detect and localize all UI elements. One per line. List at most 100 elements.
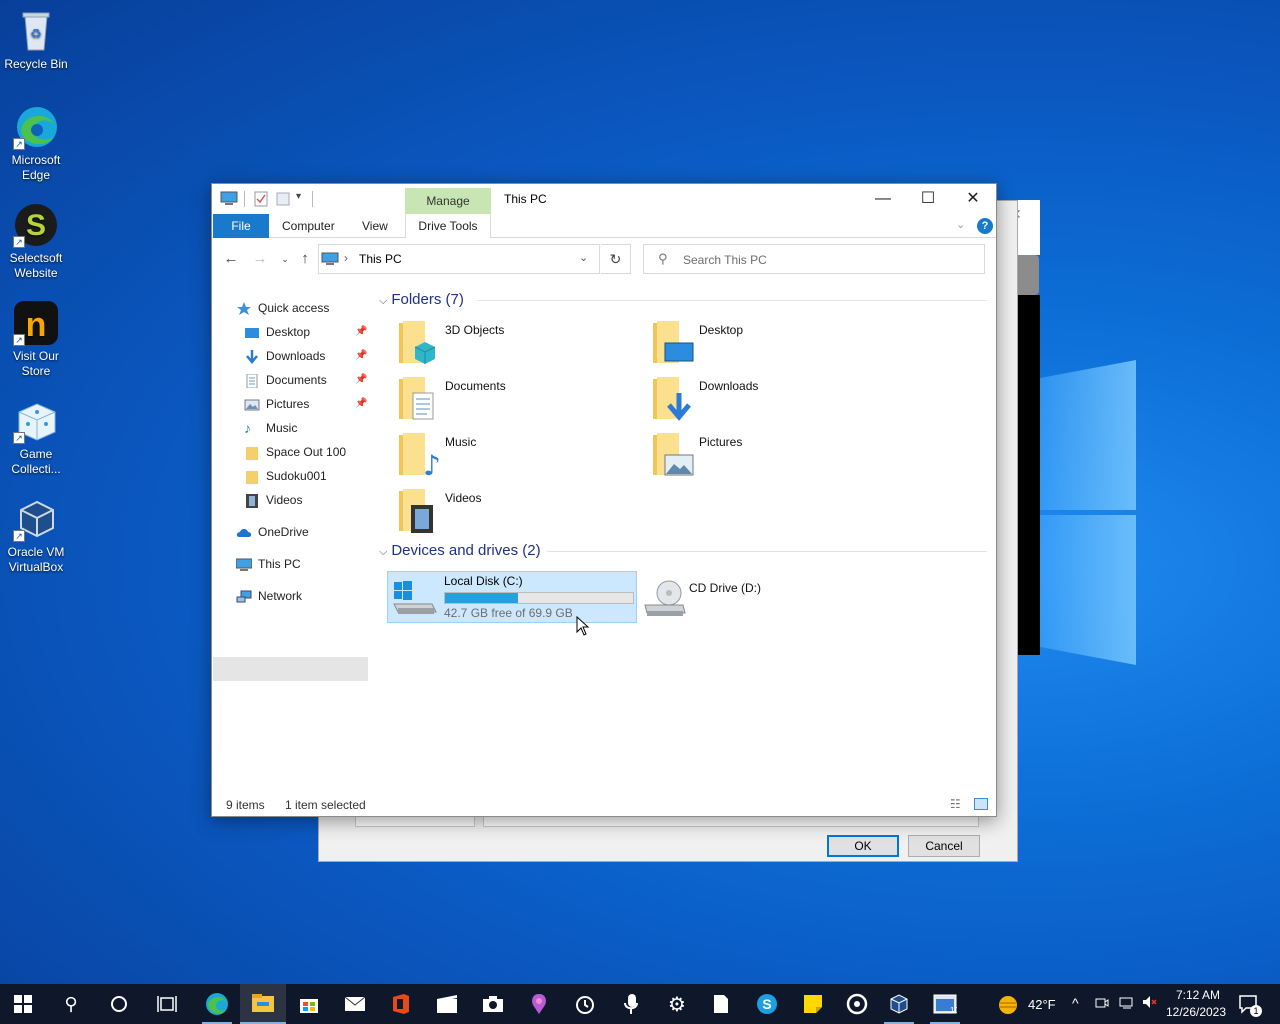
devices-group-header[interactable]: ⌵ Devices and drives (2) [379, 540, 541, 562]
download-arrow-icon [244, 349, 260, 364]
store-taskbar-icon[interactable] [286, 984, 332, 1024]
3d-objects-folder-icon [397, 319, 441, 367]
forward-icon[interactable]: → [250, 249, 270, 269]
folder-documents[interactable]: Documents [397, 375, 637, 425]
office-icon[interactable] [378, 984, 424, 1024]
groove-music-icon[interactable] [834, 984, 880, 1024]
tab-manage[interactable]: Manage [405, 188, 491, 214]
desktop-icon-selectsoft[interactable]: S ↗ Selectsoft Website [4, 202, 68, 281]
downloads-folder-icon [651, 375, 695, 423]
weather-temperature[interactable]: 42°F [1028, 997, 1056, 1012]
ribbon-tabs: File Computer View Drive Tools ⌄ ? [212, 214, 996, 238]
ok-button[interactable]: OK [827, 835, 899, 857]
collapse-chevron-icon: ⌵ [379, 295, 388, 307]
properties-icon[interactable] [254, 191, 268, 207]
desktop-folder-icon [244, 325, 260, 339]
computer-icon [321, 252, 339, 269]
folders-group-header[interactable]: ⌵ Folders (7) [379, 289, 464, 311]
alarms-clock-icon[interactable] [562, 984, 608, 1024]
camera-icon[interactable] [470, 984, 516, 1024]
clock-time[interactable]: 7:12 AM [1166, 988, 1230, 1002]
virtualbox-taskbar-icon[interactable] [876, 984, 922, 1024]
sticky-notes-icon[interactable] [790, 984, 836, 1024]
drive-local-disk-c[interactable]: Local Disk (C:) 42.7 GB free of 69.9 GB [387, 571, 637, 623]
mail-icon[interactable] [332, 984, 378, 1024]
close-icon[interactable]: ✕ [950, 184, 996, 214]
search-taskbar-icon[interactable]: ⚲ [48, 984, 94, 1024]
volume-muted-icon[interactable] [1142, 995, 1158, 1012]
window-title: This PC [504, 192, 547, 206]
cancel-button[interactable]: Cancel [908, 835, 980, 857]
desktop-icon-recycle-bin[interactable]: ♻ Recycle Bin [4, 8, 68, 72]
svg-text:S: S [26, 209, 46, 242]
expand-ribbon-icon[interactable]: ⌄ [956, 218, 965, 231]
nav-item-pictures[interactable]: Pictures 📌 [244, 393, 368, 415]
folder-3d-objects[interactable]: 3D Objects [397, 319, 637, 369]
vm-window-taskbar-icon[interactable]: 10 [922, 984, 968, 1024]
details-view-icon[interactable]: ☷ [950, 797, 961, 811]
meet-now-icon[interactable] [1095, 996, 1109, 1013]
cortana-icon[interactable] [96, 984, 142, 1024]
group-divider [477, 300, 987, 301]
folder-downloads[interactable]: Downloads [651, 375, 891, 425]
notepad-icon[interactable] [698, 984, 744, 1024]
back-icon[interactable]: ← [221, 249, 241, 269]
maps-icon[interactable] [516, 984, 562, 1024]
search-input[interactable] [683, 251, 963, 269]
refresh-icon[interactable]: ↻ [601, 244, 631, 274]
desktop-icon-virtualbox[interactable]: ↗ Oracle VM VirtualBox [4, 496, 68, 575]
nav-item-documents[interactable]: Documents 📌 [244, 369, 368, 391]
tab-file[interactable]: File [213, 214, 269, 238]
movies-tv-icon[interactable] [424, 984, 470, 1024]
svg-text:♪: ♪ [423, 449, 441, 479]
nav-item-desktop[interactable]: Desktop 📌 [244, 321, 368, 343]
settings-gear-icon[interactable]: ⚙ [654, 984, 700, 1024]
windows-start-icon [14, 995, 32, 1013]
drive-cd-d[interactable]: CD Drive (D:) [641, 571, 881, 621]
pin-icon: 📌 [355, 326, 368, 337]
new-folder-icon[interactable] [276, 191, 290, 207]
address-dropdown-icon[interactable]: ⌄ [579, 251, 588, 264]
network-status-icon[interactable] [1119, 996, 1135, 1013]
clock-date[interactable]: 12/26/2023 [1162, 1005, 1230, 1019]
customize-qat-icon[interactable]: ▾ [296, 191, 301, 207]
desktop-icon-visit-store[interactable]: n ↗ Visit Our Store [4, 300, 68, 379]
pin-icon: 📌 [355, 398, 368, 409]
recycle-bin-icon: ♻ [13, 8, 59, 54]
file-explorer-taskbar-icon[interactable] [240, 984, 286, 1024]
folder-desktop[interactable]: Desktop [651, 319, 891, 369]
svg-text:n: n [26, 306, 47, 344]
skype-icon[interactable]: S [744, 984, 790, 1024]
address-bar[interactable]: › This PC ⌄ [318, 244, 600, 274]
edge-taskbar-icon[interactable] [194, 984, 240, 1024]
mouse-cursor-icon [576, 615, 590, 639]
tab-computer[interactable]: Computer [274, 214, 343, 238]
search-box: ⚲ [643, 244, 985, 274]
start-button[interactable] [0, 984, 46, 1024]
folder-icon [244, 445, 260, 460]
pictures-icon [244, 397, 260, 411]
task-view-icon[interactable] [144, 984, 190, 1024]
voice-recorder-icon[interactable] [608, 984, 654, 1024]
recent-locations-icon[interactable]: ⌄ [275, 249, 295, 269]
large-icons-view-icon[interactable] [974, 798, 988, 810]
desktop-icon-edge[interactable]: ↗ Microsoft Edge [4, 104, 68, 183]
tab-drive-tools[interactable]: Drive Tools [405, 214, 491, 238]
tab-view[interactable]: View [354, 214, 396, 238]
maximize-icon[interactable]: ☐ [905, 184, 951, 214]
folder-music[interactable]: ♪ Music [397, 431, 637, 482]
folder-pictures[interactable]: Pictures [651, 431, 891, 481]
breadcrumb-this-pc[interactable]: This PC [359, 252, 402, 266]
up-icon[interactable]: ↑ [295, 249, 315, 269]
show-hidden-icons-chevron-icon[interactable]: ^ [1072, 995, 1079, 1011]
minimize-icon[interactable]: — [860, 184, 906, 214]
help-icon[interactable]: ? [977, 218, 993, 234]
store-logo-icon: n ↗ [13, 300, 59, 346]
nav-item-downloads[interactable]: Downloads 📌 [244, 345, 368, 367]
weather-sun-icon[interactable] [996, 994, 1020, 1019]
desktop-folder-icon [651, 319, 695, 367]
desktop-icon-game-collection[interactable]: ↗ Game Collecti... [4, 398, 68, 477]
edge-icon: ↗ [13, 104, 59, 150]
folder-videos[interactable]: Videos [397, 487, 637, 537]
title-bar: ▾ Manage This PC — ☐ ✕ [212, 184, 996, 214]
